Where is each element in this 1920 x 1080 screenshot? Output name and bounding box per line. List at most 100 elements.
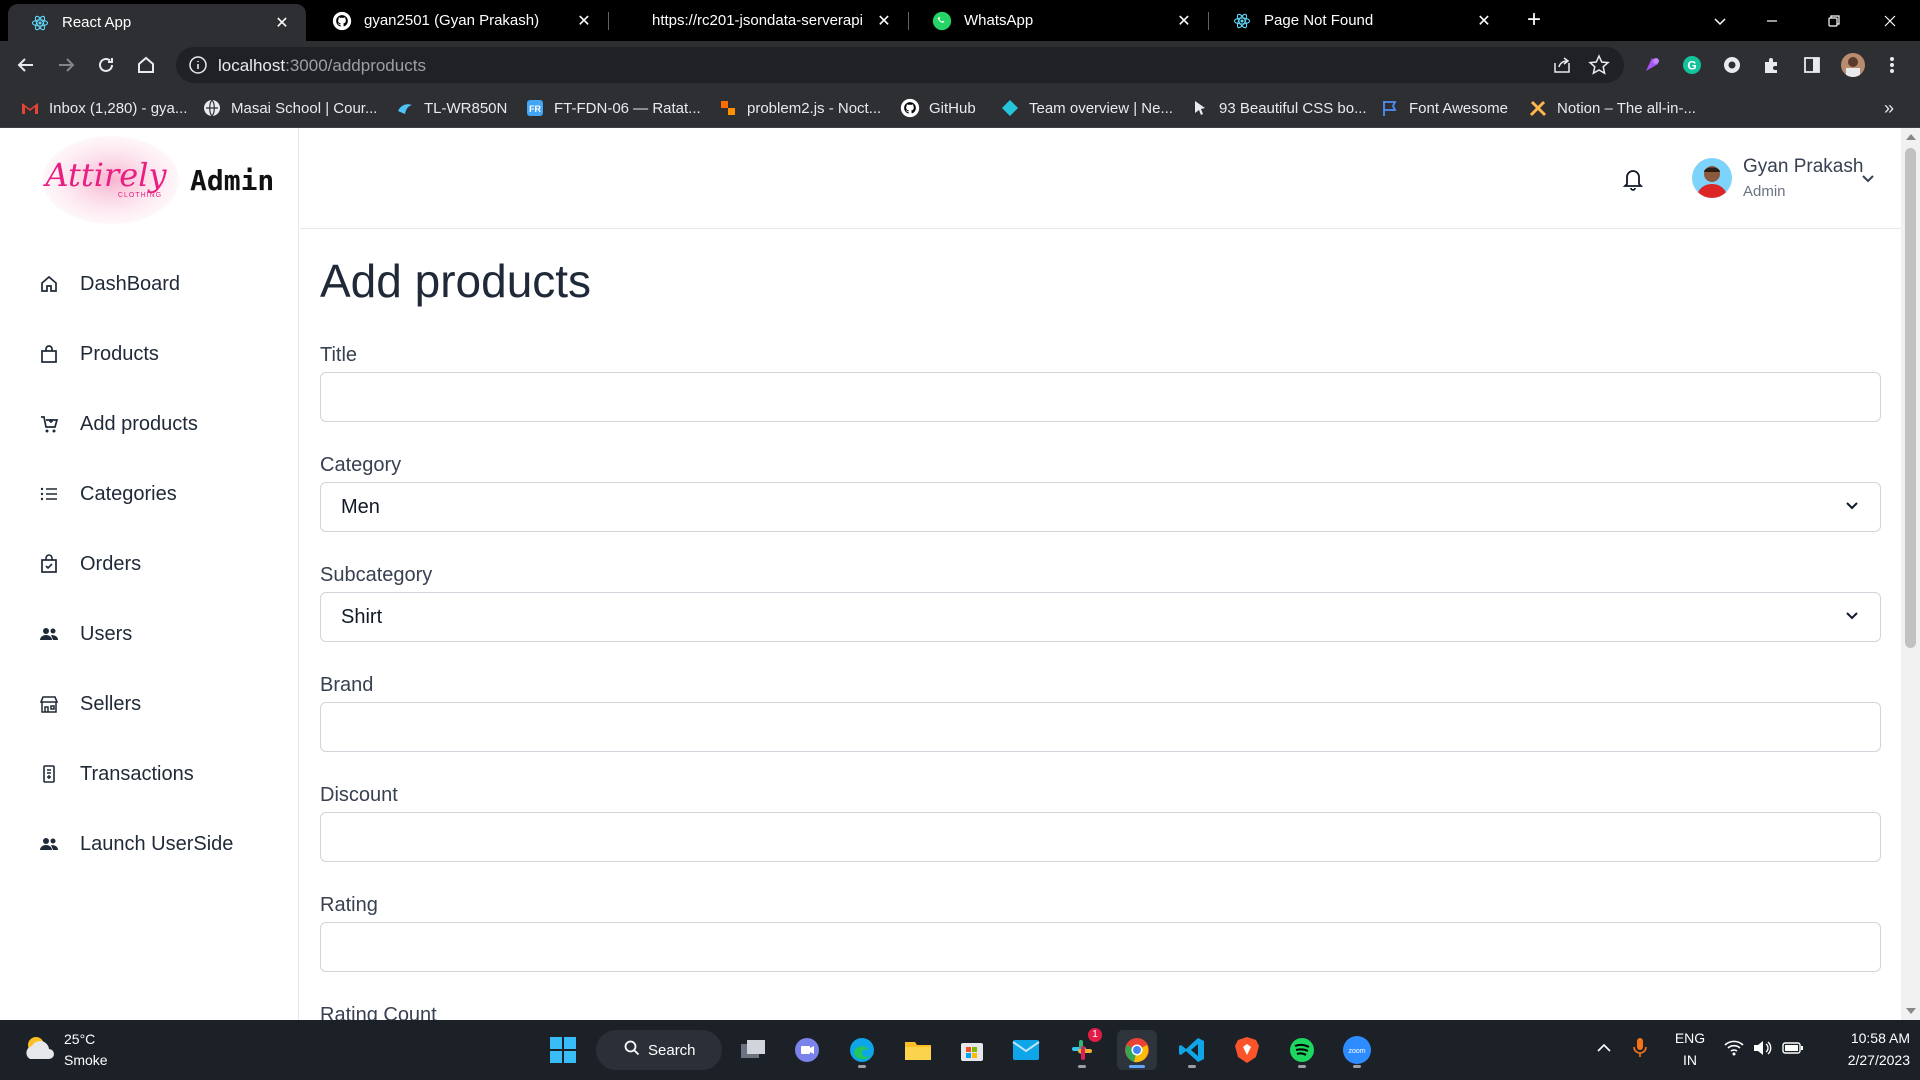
bookmark-router[interactable]: TL-WR850N <box>395 89 507 127</box>
page-scrollbar[interactable] <box>1901 128 1920 1020</box>
chevron-down-icon[interactable] <box>1860 170 1876 191</box>
zoom-icon[interactable]: zoom <box>1337 1030 1377 1070</box>
noct-icon <box>718 98 738 118</box>
close-icon[interactable]: ✕ <box>272 13 292 33</box>
weather-cloud-icon[interactable] <box>22 1033 58 1063</box>
tab-jsondata[interactable]: https://rc201-jsondata-serverapi ✕ <box>610 0 908 41</box>
wifi-icon[interactable] <box>1724 1040 1744 1061</box>
sidebar-item-dashboard[interactable]: DashBoard <box>38 264 288 304</box>
microsoft-store-icon[interactable] <box>952 1030 992 1070</box>
user-avatar[interactable] <box>1692 158 1732 198</box>
whatsapp-icon <box>932 11 952 31</box>
bookmark-css-borders[interactable]: 93 Beautiful CSS bo... <box>1190 89 1367 127</box>
url-text: localhost:3000/addproducts <box>218 56 426 76</box>
sidebar-item-orders[interactable]: Orders <box>38 544 288 584</box>
reload-icon[interactable] <box>90 49 122 81</box>
restore-icon[interactable] <box>1806 0 1862 41</box>
brand-logo[interactable]: Attirely CLOTHING <box>42 134 180 226</box>
close-icon[interactable]: ✕ <box>1474 11 1494 31</box>
url-host: localhost <box>218 56 286 75</box>
bookmark-font-awesome[interactable]: Font Awesome <box>1380 89 1508 127</box>
tab-react-app[interactable]: React App ✕ <box>8 4 306 41</box>
new-tab-button[interactable]: + <box>1520 6 1548 34</box>
home-icon[interactable] <box>130 49 162 81</box>
show-hidden-icons-chevron-icon[interactable] <box>1596 1040 1612 1061</box>
category-select[interactable]: Men <box>320 482 1881 532</box>
subcategory-select[interactable]: Shirt <box>320 592 1881 642</box>
scroll-down-arrow-icon[interactable] <box>1906 1008 1916 1014</box>
slack-icon[interactable]: 1 <box>1062 1028 1102 1070</box>
tab-page-not-found[interactable]: Page Not Found ✕ <box>1210 0 1508 41</box>
scroll-up-arrow-icon[interactable] <box>1906 134 1916 140</box>
more-bookmarks-chevron-icon[interactable]: » <box>1884 89 1894 127</box>
bookmark-notion[interactable]: Notion – The all-in-... <box>1528 89 1696 127</box>
tab-search-chevron-icon[interactable] <box>1692 0 1748 41</box>
title-input[interactable] <box>320 372 1881 422</box>
brave-browser-icon[interactable] <box>1227 1030 1267 1070</box>
sidebar-item-products[interactable]: Products <box>38 334 288 374</box>
profile-avatar-icon[interactable] <box>1841 53 1865 77</box>
scrollbar-thumb[interactable] <box>1905 148 1916 648</box>
chrome-browser-icon[interactable] <box>1117 1030 1157 1070</box>
sidebar-item-launch-userside[interactable]: Launch UserSide <box>38 824 288 864</box>
clock-time[interactable]: 10:58 AM <box>1820 1030 1910 1046</box>
sidebar-item-sellers[interactable]: Sellers <box>38 684 288 724</box>
notification-bell-icon[interactable] <box>1620 166 1646 192</box>
side-panel-icon[interactable] <box>1801 54 1823 76</box>
rating-input[interactable] <box>320 922 1881 972</box>
microphone-icon[interactable] <box>1632 1037 1648 1064</box>
bookmark-netlify[interactable]: Team overview | Ne... <box>1000 89 1173 127</box>
file-explorer-icon[interactable] <box>898 1030 938 1070</box>
user-name[interactable]: Gyan Prakash <box>1743 156 1863 178</box>
bookmark-masai[interactable]: Masai School | Cour... <box>202 89 377 127</box>
tab-github[interactable]: gyan2501 (Gyan Prakash) ✕ <box>310 0 608 41</box>
close-icon[interactable]: ✕ <box>874 11 894 31</box>
volume-icon[interactable] <box>1752 1040 1772 1061</box>
battery-icon[interactable] <box>1782 1040 1804 1061</box>
subcategory-label: Subcategory <box>320 564 433 586</box>
extension-purple-icon[interactable] <box>1641 54 1663 76</box>
bookmark-star-icon[interactable] <box>1588 54 1610 81</box>
brand-input[interactable] <box>320 702 1881 752</box>
store-icon <box>38 693 60 715</box>
edge-browser-icon[interactable] <box>842 1030 882 1070</box>
discount-input[interactable] <box>320 812 1881 862</box>
github-icon <box>900 98 920 118</box>
teams-chat-icon[interactable] <box>787 1030 827 1070</box>
mail-icon[interactable] <box>1006 1030 1046 1070</box>
sidebar-item-users[interactable]: Users <box>38 614 288 654</box>
tab-whatsapp[interactable]: WhatsApp ✕ <box>910 0 1208 41</box>
minimize-icon[interactable] <box>1744 0 1800 41</box>
close-window-icon[interactable] <box>1862 0 1918 41</box>
tab-separator <box>608 12 609 30</box>
taskbar-search-button[interactable]: Search <box>596 1030 722 1070</box>
task-view-icon[interactable] <box>733 1030 773 1070</box>
language-indicator[interactable]: ENG <box>1673 1030 1707 1046</box>
vscode-icon[interactable] <box>1172 1030 1212 1070</box>
bookmark-ratatype[interactable]: FR FT-FDN-06 — Ratat... <box>525 89 701 127</box>
spotify-icon[interactable] <box>1282 1030 1322 1070</box>
running-indicator <box>1353 1065 1361 1068</box>
bookmark-github[interactable]: GitHub <box>900 89 976 127</box>
address-bar[interactable]: localhost:3000/addproducts <box>176 47 1624 83</box>
close-icon[interactable]: ✕ <box>574 11 594 31</box>
windows-start-icon[interactable] <box>543 1030 583 1070</box>
bookmark-gmail[interactable]: Inbox (1,280) - gya... <box>20 89 187 127</box>
sidebar-item-add-products[interactable]: Add products <box>38 404 288 444</box>
menu-kebab-icon[interactable] <box>1881 54 1903 76</box>
forward-arrow-icon[interactable] <box>50 49 82 81</box>
share-icon[interactable] <box>1552 55 1572 80</box>
sidebar-item-categories[interactable]: Categories <box>38 474 288 514</box>
extensions-puzzle-icon[interactable] <box>1761 54 1783 76</box>
chevron-down-icon <box>1844 606 1860 629</box>
info-icon[interactable] <box>188 55 208 75</box>
clock-date[interactable]: 2/27/2023 <box>1820 1052 1910 1068</box>
gmail-icon <box>20 98 40 118</box>
sidebar-item-transactions[interactable]: Transactions <box>38 754 288 794</box>
back-arrow-icon[interactable] <box>10 49 42 81</box>
close-icon[interactable]: ✕ <box>1174 11 1194 31</box>
grammarly-icon[interactable]: G <box>1681 54 1703 76</box>
extension-circle-icon[interactable] <box>1721 54 1743 76</box>
running-indicator <box>1129 1065 1145 1068</box>
bookmark-nocturnal[interactable]: problem2.js - Noct... <box>718 89 881 127</box>
